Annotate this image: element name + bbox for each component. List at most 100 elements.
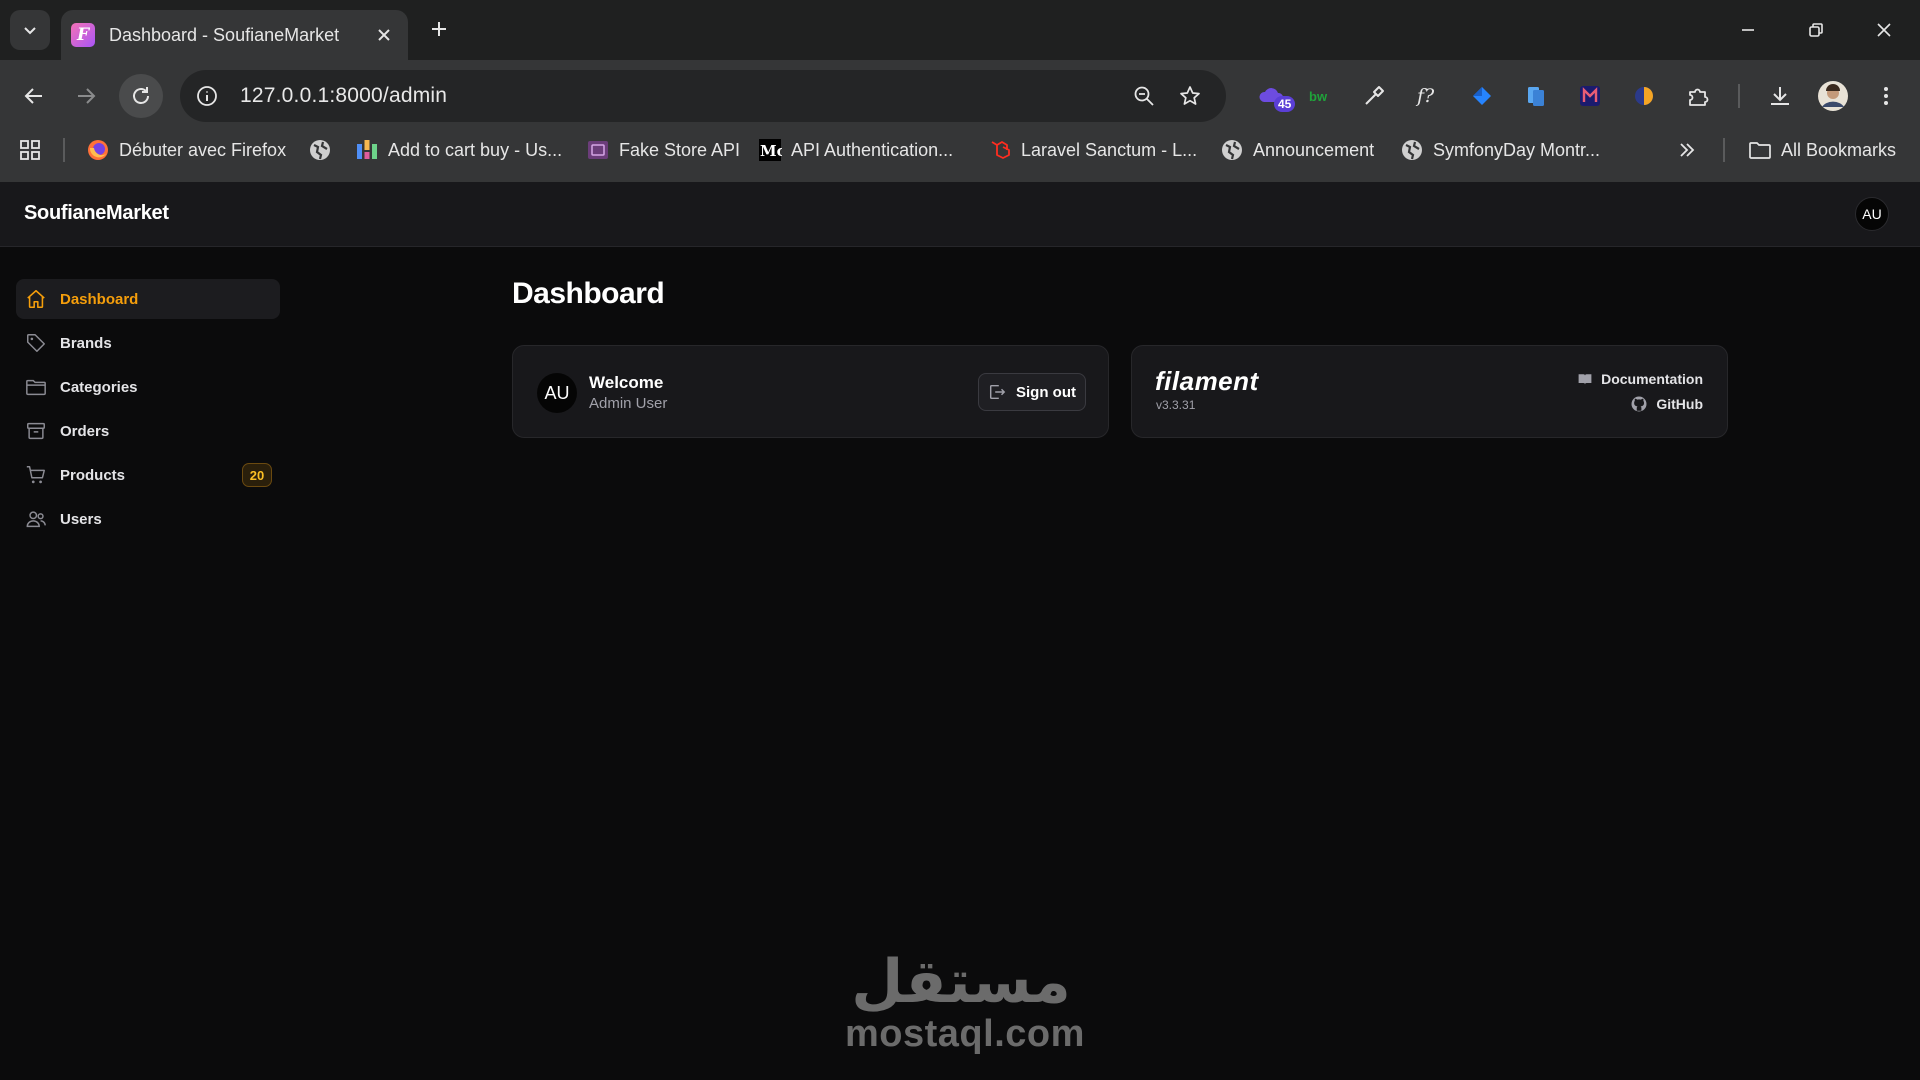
minimize-icon <box>1742 29 1754 31</box>
sign-out-button[interactable]: Sign out <box>978 373 1086 411</box>
sidebar-item-label: Users <box>60 510 102 528</box>
tab-search-button[interactable] <box>10 10 50 50</box>
forward-button[interactable] <box>64 74 108 118</box>
extension-orange-button[interactable] <box>1624 74 1664 118</box>
sidebar-item-products[interactable]: Products 20 <box>16 455 280 495</box>
bookmark-star-button[interactable] <box>1170 76 1210 116</box>
github-label: GitHub <box>1656 396 1703 412</box>
bookmark-label: Add to cart buy - Us... <box>388 139 563 160</box>
files-icon <box>1528 87 1544 106</box>
close-icon <box>1877 23 1891 37</box>
extension-font-button[interactable]: f? <box>1408 74 1448 118</box>
extension-purple-button[interactable]: 45 <box>1252 74 1296 118</box>
page-title: Dashboard <box>512 277 665 310</box>
grid-icon <box>20 140 40 160</box>
app-topbar: SoufianeMarket AU <box>0 182 1920 247</box>
book-icon <box>1577 371 1593 387</box>
more-bookmarks-button[interactable] <box>1676 134 1698 166</box>
filament-info-card: filament v3.3.31 Documentation GitHub <box>1131 345 1728 438</box>
bookmark-fake-store-api[interactable]: Fake Store API <box>586 134 740 166</box>
bookmark-firefox[interactable]: Débuter avec Firefox <box>86 134 286 166</box>
download-icon <box>1771 87 1789 105</box>
sign-out-label: Sign out <box>1016 383 1076 401</box>
sidebar-item-brands[interactable]: Brands <box>16 323 280 363</box>
profile-avatar-icon <box>1818 81 1848 111</box>
extension-blue-arrow-button[interactable] <box>1462 74 1502 118</box>
sidebar-item-label: Orders <box>60 422 110 440</box>
extension-green-button[interactable]: bw <box>1300 74 1340 118</box>
kebab-menu-icon <box>1884 87 1888 105</box>
browser-menu-button[interactable] <box>1866 74 1906 118</box>
welcome-heading: Welcome <box>589 373 664 392</box>
extension-mdn-button[interactable] <box>1570 74 1610 118</box>
browser-tab-active[interactable]: F Dashboard - SoufianeMarket <box>61 10 408 60</box>
watermark-latin: mostaql.com <box>845 1013 1085 1055</box>
bookmark-symfonyday[interactable]: SymfonyDay Montr... <box>1400 134 1600 166</box>
users-icon <box>24 507 48 531</box>
blue-diamond-icon <box>1473 87 1491 105</box>
sidebar-item-label: Dashboard <box>60 290 139 308</box>
zoom-icon <box>1134 86 1154 106</box>
dev-community-icon <box>355 138 379 162</box>
back-button[interactable] <box>12 74 56 118</box>
cart-icon <box>24 463 48 487</box>
main-content: Dashboard AU Welcome Admin User Sign out… <box>300 247 1920 1080</box>
extension-files-button[interactable] <box>1516 74 1556 118</box>
restore-button[interactable] <box>1796 10 1836 50</box>
url-text[interactable]: 127.0.0.1:8000/admin <box>240 84 1118 108</box>
bookmark-globe[interactable] <box>308 134 341 166</box>
orange-half-circle-icon <box>1635 87 1653 105</box>
chevron-down-icon <box>24 27 36 35</box>
home-icon <box>24 287 48 311</box>
apps-button[interactable] <box>18 134 42 166</box>
profile-button[interactable] <box>1813 74 1853 118</box>
zoom-button[interactable] <box>1124 76 1164 116</box>
sidebar-item-orders[interactable]: Orders <box>16 411 280 451</box>
all-bookmarks-label: All Bookmarks <box>1781 139 1897 160</box>
filament-logo[interactable]: filament <box>1155 366 1259 397</box>
minimize-button[interactable] <box>1728 10 1768 50</box>
extension-eyedropper-button[interactable] <box>1354 74 1394 118</box>
sidebar: Dashboard Brands Categories Orders Produ… <box>0 247 300 1080</box>
documentation-link[interactable]: Documentation <box>1577 371 1703 387</box>
svg-text:bw: bw <box>1309 89 1328 104</box>
downloads-button[interactable] <box>1760 74 1800 118</box>
brand-logo[interactable]: SoufianeMarket <box>24 202 169 225</box>
new-tab-button[interactable] <box>422 12 456 46</box>
browser-tab-strip: F Dashboard - SoufianeMarket <box>0 0 1920 60</box>
toolbar-divider <box>1738 84 1740 108</box>
info-icon[interactable] <box>196 85 218 107</box>
star-icon <box>1180 86 1200 105</box>
fake-store-icon <box>586 138 610 162</box>
globe-icon <box>1400 138 1424 162</box>
address-bar[interactable]: 127.0.0.1:8000/admin <box>180 70 1226 122</box>
firefox-icon <box>86 138 110 162</box>
user-avatar[interactable]: AU <box>1855 197 1889 231</box>
extension-bw-icon: bw <box>1309 89 1328 104</box>
bookmark-label: Débuter avec Firefox <box>119 139 287 160</box>
close-window-button[interactable] <box>1864 10 1904 50</box>
extensions-menu-button[interactable] <box>1678 74 1718 118</box>
browser-toolbar: 127.0.0.1:8000/admin 45 bw f? <box>0 60 1920 190</box>
bookmark-announcement[interactable]: Announcement <box>1220 134 1374 166</box>
double-chevron-right-icon <box>1680 143 1695 157</box>
bookmark-laravel-sanctum[interactable]: Laravel Sanctum - L... <box>988 134 1197 166</box>
reload-button[interactable] <box>119 74 163 118</box>
globe-icon <box>308 138 332 162</box>
github-link[interactable]: GitHub <box>1630 395 1703 413</box>
bookmark-add-to-cart[interactable]: Add to cart buy - Us... <box>355 134 562 166</box>
sidebar-item-categories[interactable]: Categories <box>16 367 280 407</box>
watermark-arabic: مستقل <box>851 947 1071 1017</box>
tab-title: Dashboard - SoufianeMarket <box>109 24 340 45</box>
sidebar-item-dashboard[interactable]: Dashboard <box>16 279 280 319</box>
tab-close-button[interactable] <box>372 23 396 47</box>
bookmark-label: SymfonyDay Montr... <box>1433 139 1601 160</box>
tag-icon <box>24 331 48 355</box>
all-bookmarks-button[interactable]: All Bookmarks <box>1748 134 1896 166</box>
svg-text:Mc: Mc <box>760 142 782 160</box>
bookmark-api-authentication[interactable]: Mc API Authentication... <box>758 134 953 166</box>
archive-icon <box>24 419 48 443</box>
user-name: Admin User <box>589 395 668 412</box>
sidebar-item-users[interactable]: Users <box>16 499 280 539</box>
logout-icon <box>988 383 1006 401</box>
